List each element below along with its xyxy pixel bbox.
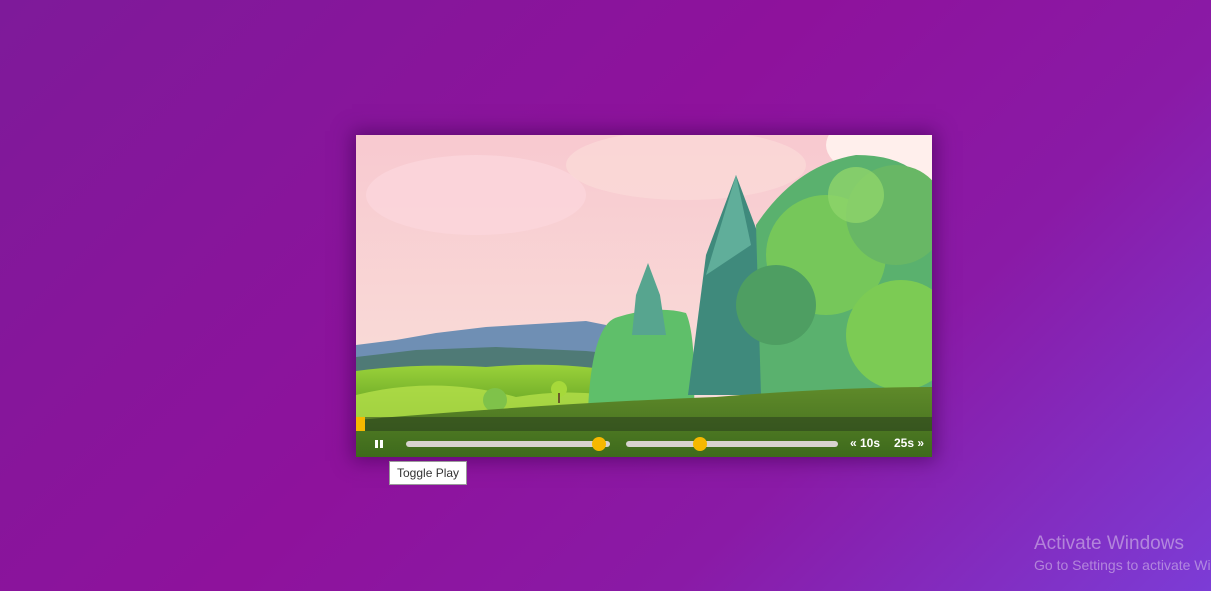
- pause-icon: [375, 440, 378, 448]
- watermark-subtitle: Go to Settings to activate Windows.: [1034, 557, 1211, 573]
- player-controls: « 10s 25s »: [356, 433, 932, 455]
- volume-slider[interactable]: [406, 437, 610, 451]
- video-player[interactable]: « 10s 25s »: [356, 135, 932, 457]
- progress-bar[interactable]: [356, 417, 932, 431]
- skip-back-button[interactable]: « 10s: [850, 436, 880, 450]
- volume-slider-thumb[interactable]: [592, 437, 606, 451]
- skip-forward-button[interactable]: 25s »: [894, 436, 924, 450]
- playback-rate-slider-thumb[interactable]: [693, 437, 707, 451]
- toggle-play-button[interactable]: [370, 435, 388, 453]
- video-frame[interactable]: [356, 135, 932, 457]
- activate-windows-watermark: Activate Windows Go to Settings to activ…: [1034, 533, 1211, 575]
- progress-filled: [356, 417, 365, 431]
- pause-icon-bar: [380, 440, 383, 448]
- playback-rate-slider[interactable]: [626, 437, 838, 451]
- toggle-play-tooltip: Toggle Play: [389, 461, 468, 485]
- watermark-title: Activate Windows: [1034, 533, 1184, 554]
